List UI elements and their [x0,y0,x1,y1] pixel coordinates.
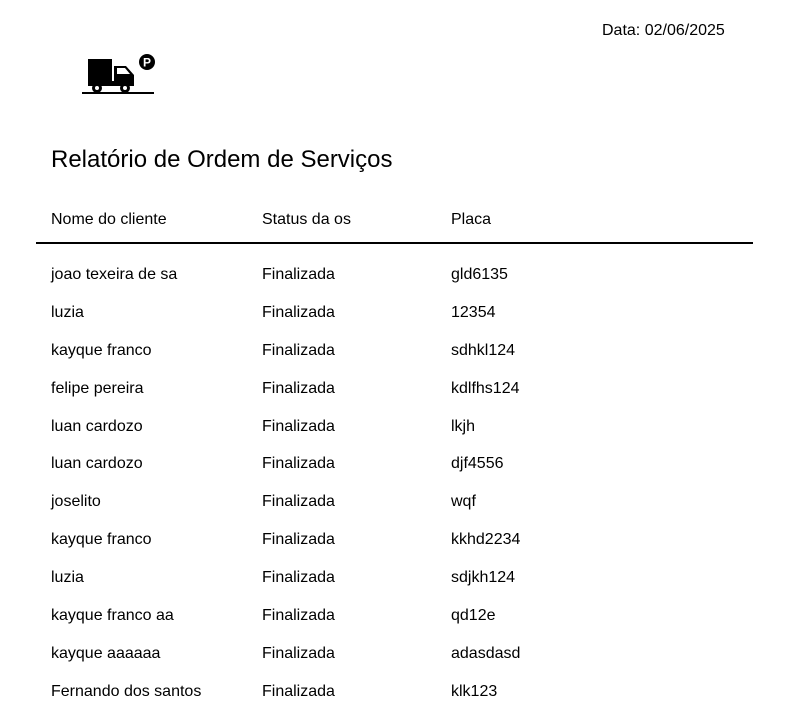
cell-status: Finalizada [262,493,335,511]
table-row: kayque franco aa Finalizada qd12e [0,607,789,645]
cell-status: Finalizada [262,341,335,359]
table-row: Fernando dos santos Finalizada klk123 [0,683,789,721]
cell-placa: klk123 [451,682,498,700]
table-row: luan cardozo Finalizada djf4556 [0,455,789,493]
cell-cliente: luan cardozo [51,455,143,473]
table-row: felipe pereira Finalizada kdlfhs124 [0,380,789,418]
cell-status: Finalizada [262,417,335,435]
cell-cliente: kayque franco [51,531,152,549]
cell-cliente: luzia [51,569,84,587]
cell-status: Finalizada [262,379,335,397]
cell-placa: gld6135 [451,266,508,283]
cell-cliente: joao texeira de sa [51,266,178,283]
cell-placa: 12354 [451,303,496,321]
cell-placa: kkhd2234 [451,531,521,549]
cell-cliente: felipe pereira [51,379,144,397]
delivery-truck-parking-icon: P [82,54,155,94]
cell-cliente: kayque aaaaaa [51,644,161,662]
table-row: kayque aaaaaa Finalizada adasdasd [0,645,789,683]
cell-status: Finalizada [262,644,335,662]
table-row: luzia Finalizada 12354 [0,304,789,342]
table-row: joao texeira de sa Finalizada gld6135 [0,266,789,304]
parking-badge-letter: P [143,56,151,70]
cell-cliente: luan cardozo [51,417,143,435]
cell-cliente: luzia [51,303,84,321]
cell-placa: wqf [451,493,476,511]
table-row: joselito Finalizada wqf [0,493,789,531]
cell-status: Finalizada [262,569,335,587]
cell-status: Finalizada [262,531,335,549]
column-header-cliente: Nome do cliente [51,211,167,228]
cell-status: Finalizada [262,607,335,625]
table-row: kayque franco Finalizada kkhd2234 [0,531,789,569]
header-divider [36,242,753,244]
table-header: Nome do cliente Status da os Placa [0,211,789,231]
date-value: 02/06/2025 [644,22,725,39]
cell-placa: kdlfhs124 [451,379,520,397]
cell-placa: qd12e [451,607,496,625]
company-logo: P [81,54,157,96]
table-body: joao texeira de sa Finalizada gld6135 lu… [0,266,789,721]
cell-placa: sdhkl124 [451,341,516,359]
cell-cliente: kayque franco aa [51,607,174,625]
cell-placa: djf4556 [451,455,504,473]
cell-cliente: Fernando dos santos [51,682,202,700]
table-row: luzia Finalizada sdjkh124 [0,569,789,607]
table-row: kayque franco Finalizada sdhkl124 [0,342,789,380]
column-header-placa: Placa [451,211,492,228]
date-label: Data: [602,22,641,39]
cell-status: Finalizada [262,266,335,283]
cell-cliente: kayque franco [51,341,152,359]
cell-cliente: joselito [51,493,101,511]
cell-status: Finalizada [262,303,335,321]
cell-placa: sdjkh124 [451,569,516,587]
column-header-status: Status da os [262,211,351,228]
cell-status: Finalizada [262,455,335,473]
cell-placa: lkjh [451,417,476,435]
cell-placa: adasdasd [451,644,521,662]
report-date: Data: 02/06/2025 [602,22,725,40]
cell-status: Finalizada [262,682,335,700]
page-title: Relatório de Ordem de Serviços [51,146,393,173]
table-row: luan cardozo Finalizada lkjh [0,418,789,456]
